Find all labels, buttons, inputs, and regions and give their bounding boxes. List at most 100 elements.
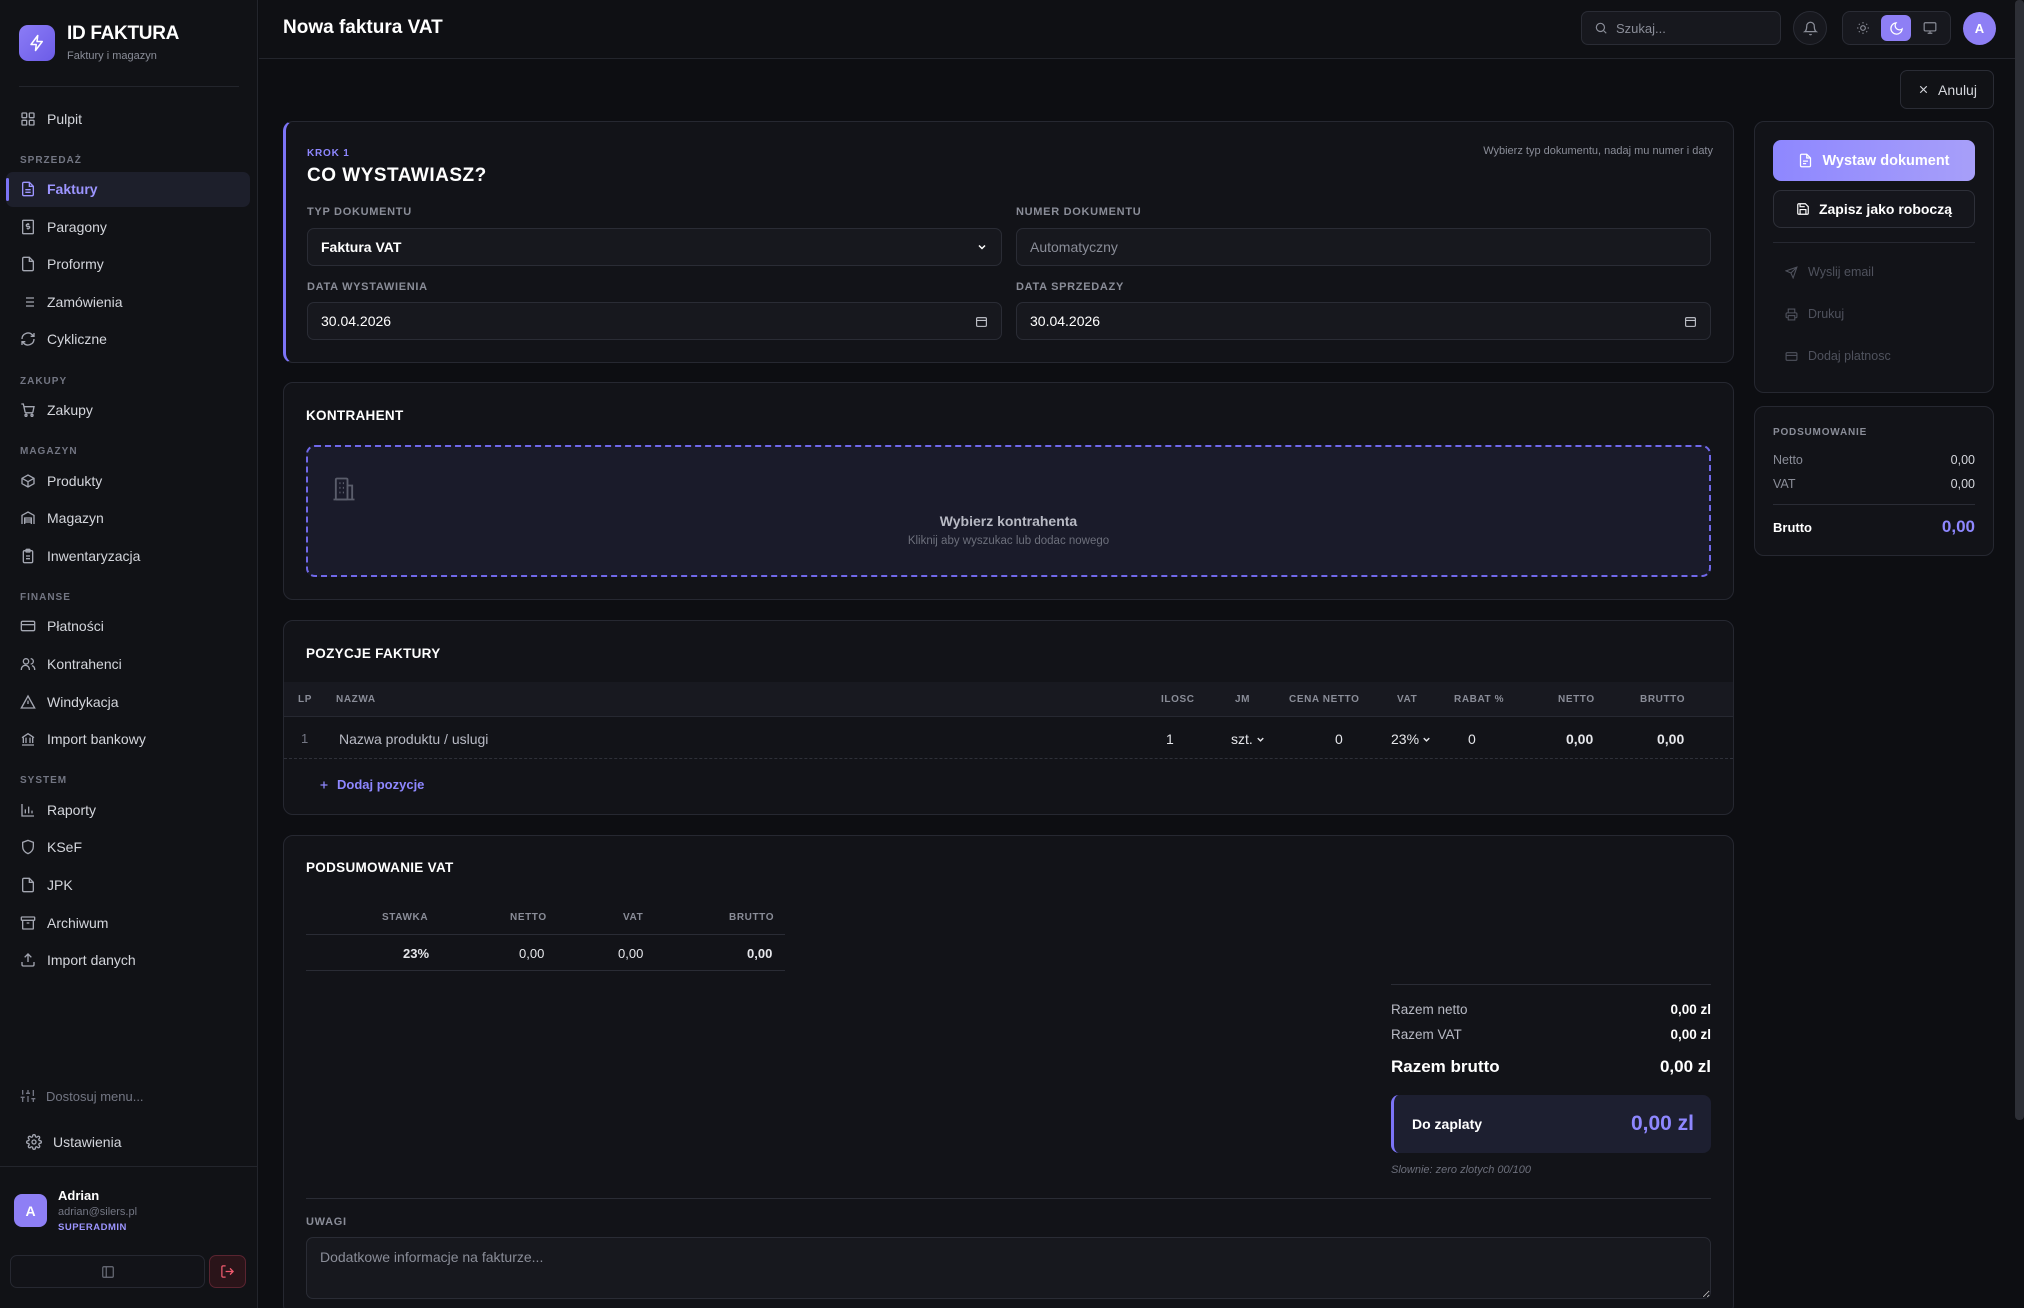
summary-net-label: Netto [1773, 453, 1803, 467]
col-gross: BRUTTO [1640, 694, 1686, 705]
sidebar-item-products[interactable]: Produkty [6, 463, 250, 498]
sidebar-item-receipts[interactable]: Paragony [6, 209, 250, 244]
warehouse-icon [20, 510, 36, 526]
bell-icon [1802, 21, 1818, 36]
receipt-icon [20, 219, 36, 235]
bank-icon [20, 731, 36, 747]
sidebar-item-invoices[interactable]: Faktury [6, 171, 250, 207]
issue-date-field[interactable]: 30.04.2026 [307, 302, 1002, 340]
sidebar-item-bank-import[interactable]: Import bankowy [6, 722, 250, 757]
sidebar-item-label: Faktury [47, 181, 98, 198]
summary-gross-value: 0,00 [1941, 517, 1975, 536]
sidebar-item-payments[interactable]: Płatności [6, 609, 250, 644]
vat-net: 0,00 [519, 946, 545, 961]
issue-document-button[interactable]: Wystaw dokument [1773, 140, 1975, 181]
total-net-row: Razem netto 0,00 zl [1391, 1002, 1711, 1017]
notifications-button[interactable] [1793, 11, 1827, 45]
theme-dark-button[interactable] [1881, 15, 1912, 41]
sidebar-item-settings[interactable]: Ustawienia [12, 1124, 256, 1159]
item-net-price-input[interactable]: 0 [1335, 731, 1343, 747]
save-draft-button[interactable]: Zapisz jako roboczą [1773, 190, 1975, 228]
summary-title: PODSUMOWANIE [1773, 427, 1868, 438]
sidebar-item-contractors[interactable]: Kontrahenci [6, 647, 250, 682]
vat-summary-table: STAWKA NETTO VAT BRUTTO 23% 0,00 0,00 0,… [306, 902, 785, 971]
plus-icon [318, 779, 330, 791]
user-profile[interactable]: A Adrian adrian@silers.pl SUPERADMIN [14, 1188, 137, 1233]
sidebar-item-ksef[interactable]: KSeF [6, 830, 250, 865]
vat-rate: 23% [403, 946, 430, 961]
sidebar-item-dashboard[interactable]: Pulpit [6, 101, 250, 136]
summary-gross-label: Brutto [1773, 519, 1812, 535]
row-lp: 1 [301, 731, 309, 746]
dropzone-subtitle: Kliknij aby wyszukac lub dodac nowego [907, 535, 1110, 547]
scrollbar[interactable] [2015, 0, 2024, 1120]
divider [1773, 504, 1975, 505]
list-icon [20, 294, 36, 310]
lightning-icon [19, 24, 55, 61]
brand[interactable]: ID FAKTURA Faktury i magazyn [19, 23, 179, 62]
search-box[interactable] [1581, 11, 1781, 45]
sidebar-item-jpk[interactable]: JPK [6, 868, 250, 903]
sidebar-item-orders[interactable]: Zamówienia [6, 284, 250, 319]
due-label: Do zaplaty [1412, 1116, 1483, 1132]
sun-icon [1856, 21, 1870, 35]
total-gross-label: Razem brutto [1391, 1057, 1500, 1076]
summary-card: PODSUMOWANIE Netto 0,00 VAT 0,00 Brutto … [1754, 406, 1994, 556]
cancel-button[interactable]: Anuluj [1900, 70, 1994, 109]
user-name: Adrian [58, 1188, 100, 1203]
col-lp: LP [298, 694, 312, 705]
doc-number-field[interactable]: Automatyczny [1016, 228, 1711, 266]
col-net: NETTO [1558, 694, 1595, 705]
add-payment-button[interactable]: Dodaj platnosc [1785, 349, 1891, 363]
sidebar-item-reports[interactable]: Raporty [6, 792, 250, 827]
sidebar-item-collection[interactable]: Windykacja [6, 684, 250, 719]
select-contractor-dropzone[interactable]: Wybierz kontrahenta Kliknij aby wyszukac… [306, 445, 1711, 577]
logout-icon [220, 1264, 235, 1279]
item-qty-input[interactable]: 1 [1166, 731, 1174, 747]
table-row: 1 Nazwa produktu / uslugi 1 szt. 0 23% 0… [284, 718, 1733, 759]
print-button[interactable]: Drukuj [1785, 307, 1844, 321]
sidebar-item-archive[interactable]: Archiwum [6, 905, 250, 940]
nav-section-system: SYSTEM [20, 775, 68, 787]
sidebar-item-label: Produkty [47, 472, 103, 489]
sidebar-item-label: Proformy [47, 256, 104, 273]
total-net-label: Razem netto [1391, 1002, 1468, 1017]
search-input[interactable] [1616, 20, 1766, 36]
item-name-input[interactable]: Nazwa produktu / uslugi [339, 731, 488, 747]
nav-section-purchases: ZAKUPY [20, 375, 68, 387]
sidebar-item-proformas[interactable]: Proformy [6, 247, 250, 282]
sidebar-item-label: JPK [47, 877, 73, 893]
invoice-items-card: POZYCJE FAKTURY LP NAZWA ILOSC JM CENA N… [283, 620, 1734, 815]
sidebar-item-label: Ustawienia [53, 1133, 122, 1150]
send-email-button[interactable]: Wyslij email [1785, 265, 1874, 279]
add-item-button[interactable]: Dodaj pozycje [318, 777, 424, 792]
step-tag: KROK 1 [307, 148, 350, 159]
sidebar-item-label: Inwentaryzacja [47, 547, 141, 564]
col-name: NAZWA [336, 694, 376, 705]
sidebar-item-data-import[interactable]: Import danych [6, 943, 250, 978]
item-unit-select[interactable]: szt. [1231, 731, 1266, 747]
customize-menu-link[interactable]: Dostosuj menu... [20, 1088, 144, 1104]
sidebar-item-warehouse[interactable]: Magazyn [6, 501, 250, 536]
col-unit: JM [1235, 694, 1251, 705]
theme-system-button[interactable] [1915, 15, 1945, 41]
col-vat: VAT [1397, 694, 1418, 705]
total-vat-label: Razem VAT [1391, 1027, 1462, 1042]
sidebar-item-purchases[interactable]: Zakupy [6, 393, 250, 428]
collapse-sidebar-button[interactable] [10, 1255, 205, 1288]
sidebar-item-inventory[interactable]: Inwentaryzacja [6, 538, 250, 573]
sale-date-field[interactable]: 30.04.2026 [1016, 302, 1711, 340]
avatar[interactable]: A [1963, 12, 1996, 45]
sidebar-item-recurring[interactable]: Cykliczne [6, 322, 250, 357]
item-discount-input[interactable]: 0 [1468, 731, 1476, 747]
items-title: POZYCJE FAKTURY [306, 646, 441, 661]
theme-light-button[interactable] [1848, 15, 1878, 41]
user-role-badge: SUPERADMIN [58, 1222, 127, 1233]
doc-type-select[interactable]: Faktura VAT [307, 228, 1002, 266]
actions-card: Wystaw dokument Zapisz jako roboczą Wysl… [1754, 121, 1994, 393]
item-vat-select[interactable]: 23% [1391, 731, 1432, 747]
summary-vat-label: VAT [1773, 477, 1796, 491]
notes-textarea[interactable] [306, 1237, 1711, 1299]
logout-button[interactable] [209, 1255, 246, 1288]
sidebar-item-label: Płatności [47, 618, 104, 635]
